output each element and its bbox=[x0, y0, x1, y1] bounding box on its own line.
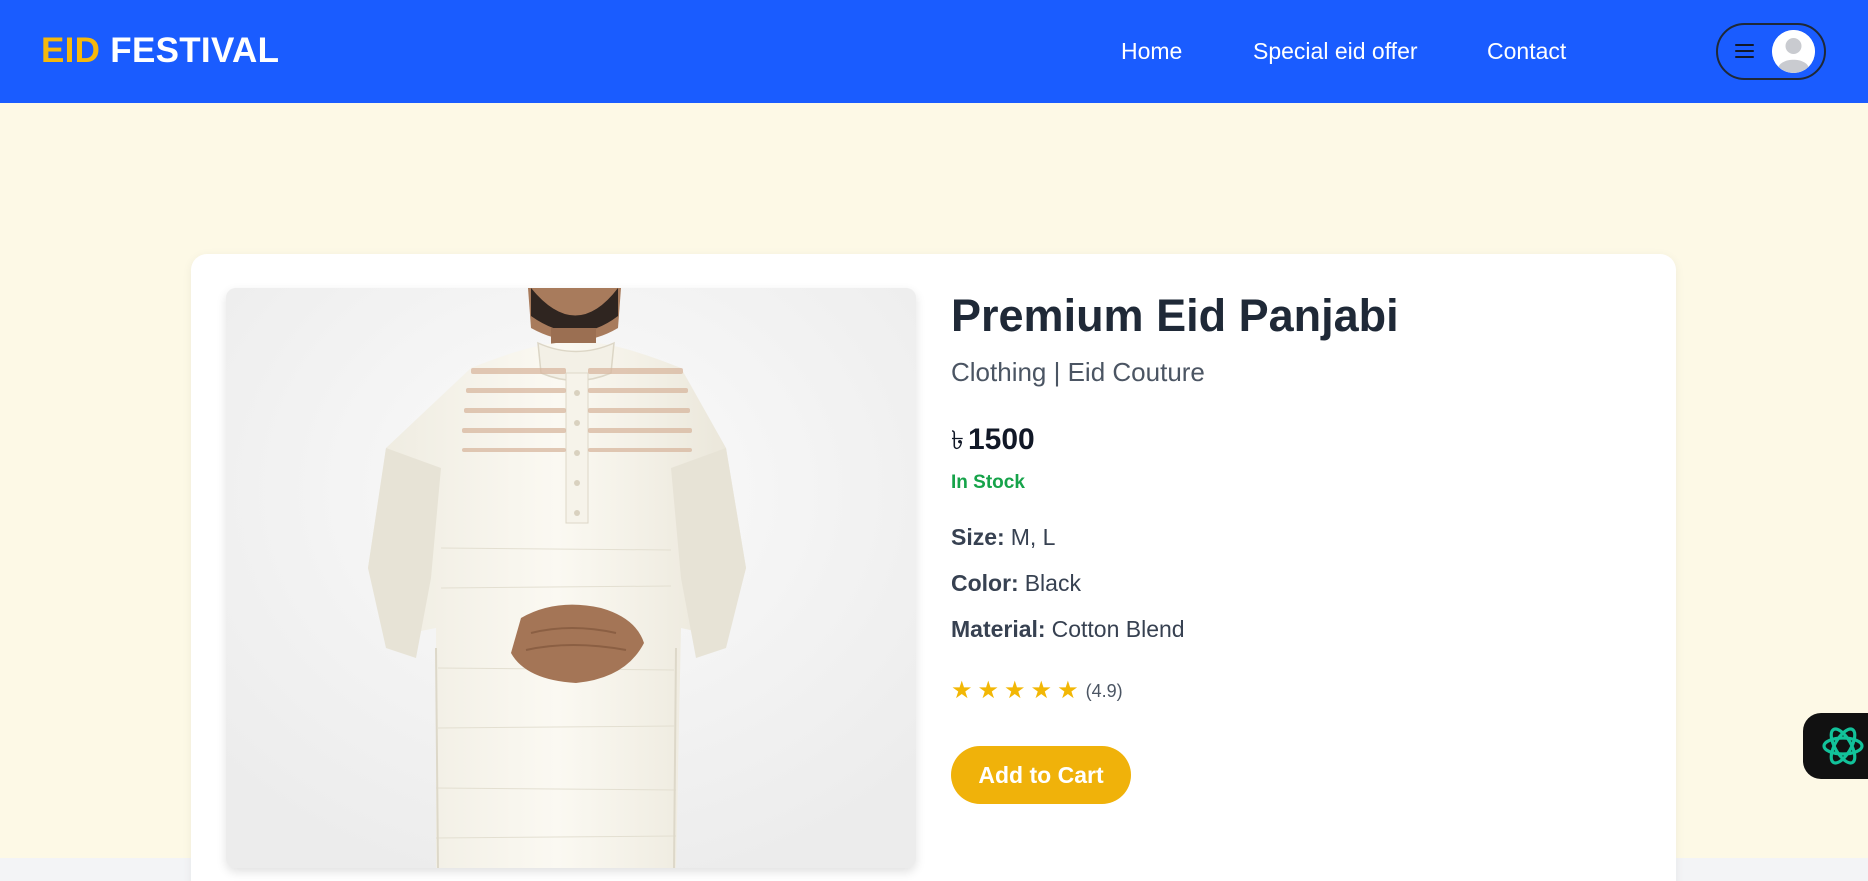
product-title: Premium Eid Panjabi bbox=[951, 290, 1399, 341]
nav-link-special-offer[interactable]: Special eid offer bbox=[1253, 38, 1418, 65]
nav-link-home[interactable]: Home bbox=[1121, 38, 1182, 65]
stock-status: In Stock bbox=[951, 472, 1025, 493]
user-avatar-icon bbox=[1772, 30, 1815, 73]
material-attribute: Material: Cotton Blend bbox=[951, 616, 1185, 643]
main-content: Premium Eid Panjabi Clothing | Eid Coutu… bbox=[0, 103, 1868, 881]
product-card: Premium Eid Panjabi Clothing | Eid Coutu… bbox=[191, 254, 1676, 881]
product-category: Clothing | Eid Couture bbox=[951, 357, 1205, 387]
nav-link-contact[interactable]: Contact bbox=[1487, 38, 1566, 65]
price-value: 1500 bbox=[967, 423, 1035, 456]
navbar: EID FESTIVAL Home Special eid offer Cont… bbox=[0, 0, 1868, 103]
color-label: Color: bbox=[951, 570, 1019, 596]
product-rating: ★ ★ ★ ★ ★ (4.9) bbox=[951, 679, 1123, 703]
user-menu-button[interactable] bbox=[1716, 23, 1826, 80]
currency-symbol: ৳ bbox=[951, 425, 964, 455]
openai-icon bbox=[1822, 727, 1864, 765]
color-value: Black bbox=[1024, 570, 1081, 596]
color-attribute: Color: Black bbox=[951, 570, 1081, 597]
logo-text: FESTIVAL bbox=[110, 31, 280, 70]
size-attribute: Size: M, L bbox=[951, 524, 1055, 551]
chat-widget-button[interactable] bbox=[1803, 713, 1868, 779]
hamburger-icon bbox=[1735, 43, 1754, 59]
star-icon: ★ bbox=[1030, 677, 1053, 704]
material-label: Material: bbox=[951, 616, 1046, 642]
rating-value: (4.9) bbox=[1085, 680, 1123, 701]
product-image bbox=[226, 288, 916, 868]
star-icon: ★ bbox=[1057, 677, 1079, 704]
star-icon: ★ bbox=[1004, 677, 1026, 704]
add-to-cart-button[interactable]: Add to Cart bbox=[951, 746, 1131, 804]
logo-accent: EID bbox=[41, 31, 101, 70]
star-icon: ★ bbox=[977, 677, 1000, 704]
logo[interactable]: EID FESTIVAL bbox=[41, 31, 279, 71]
material-value: Cotton Blend bbox=[1051, 616, 1185, 642]
size-label: Size: bbox=[951, 524, 1005, 550]
product-price: ৳ 1500 bbox=[951, 420, 1035, 464]
star-icon: ★ bbox=[951, 677, 973, 704]
size-value: M, L bbox=[1010, 524, 1056, 550]
